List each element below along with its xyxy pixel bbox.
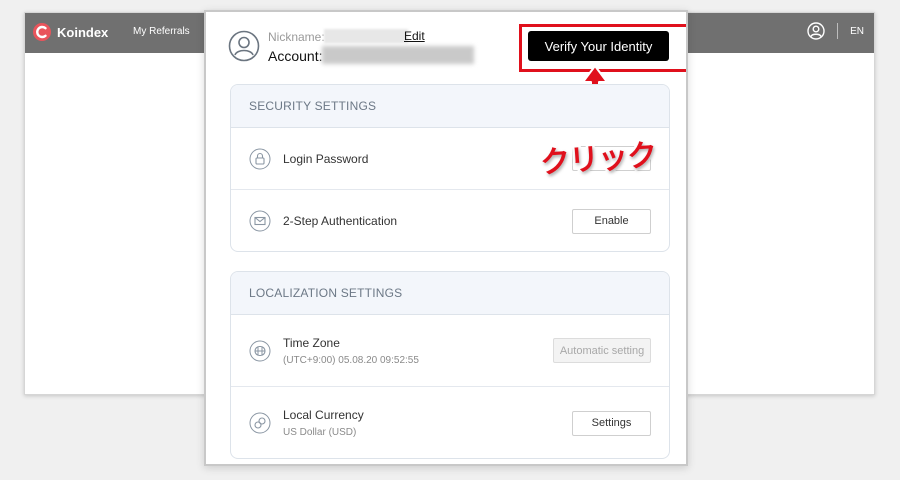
enable-2fa-button[interactable]: Enable (572, 208, 651, 234)
edit-nickname-link[interactable]: Edit (404, 29, 425, 43)
envelope-icon (249, 210, 271, 232)
local-currency-row: Local Currency US Dollar (USD) Settings (231, 387, 669, 458)
logo[interactable]: Koindex (32, 22, 108, 42)
avatar-icon (228, 30, 260, 62)
currency-settings-button[interactable]: Settings (572, 410, 651, 436)
time-zone-row: Time Zone (UTC+9:00) 05.08.20 09:52:55 A… (231, 315, 669, 387)
nav-my-referrals[interactable]: My Referrals (133, 26, 190, 37)
logo-text: Koindex (57, 24, 109, 40)
two-step-auth-title: 2-Step Authentication (283, 214, 398, 228)
nickname-value-redacted (324, 29, 408, 43)
clock-icon (249, 340, 271, 361)
automatic-setting-button[interactable]: Automatic setting (553, 338, 651, 363)
account-value-redacted (322, 46, 474, 64)
localization-settings-header: LOCALIZATION SETTINGS (231, 272, 669, 315)
lock-icon (249, 148, 271, 169)
header-divider (837, 23, 839, 39)
time-zone-value: (UTC+9:00) 05.08.20 09:52:55 (283, 354, 419, 366)
click-callout-text: クリック (537, 135, 660, 183)
language-selector[interactable]: EN (850, 26, 864, 37)
localization-settings-card: LOCALIZATION SETTINGS Time Zone (UTC+9:0… (230, 271, 670, 459)
two-step-auth-row: 2-Step Authentication Enable (231, 190, 669, 251)
account-label: Account: (268, 48, 323, 64)
nickname-label: Nickname: (268, 30, 325, 44)
local-currency-value: US Dollar (USD) (283, 427, 357, 438)
user-account-icon[interactable] (807, 22, 825, 40)
local-currency-title: Local Currency (283, 408, 364, 422)
verify-identity-button[interactable]: Verify Your Identity (528, 31, 669, 61)
security-settings-header: SECURITY SETTINGS (231, 85, 669, 128)
time-zone-title: Time Zone (283, 335, 340, 350)
koindex-logo-icon (33, 23, 51, 41)
account-dropdown-panel: Nickname: Edit Account: Verify Your Iden… (204, 10, 688, 466)
header-right: EN (807, 22, 864, 40)
login-password-title: Login Password (283, 151, 369, 166)
currency-icon (249, 412, 271, 434)
